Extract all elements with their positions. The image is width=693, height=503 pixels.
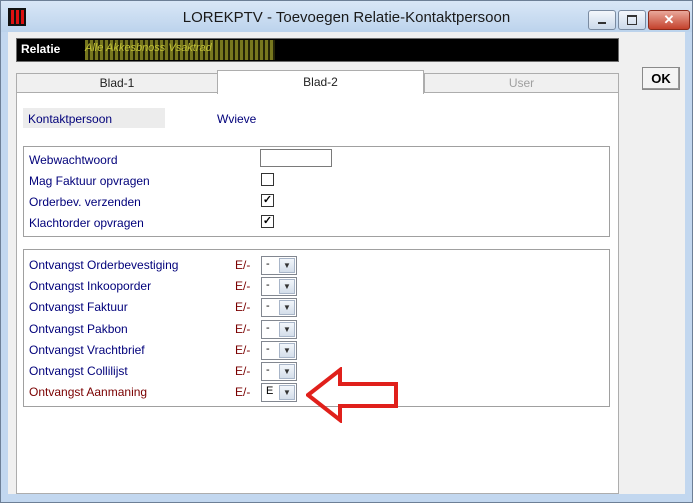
title-bar[interactable]: LOREKPTV - Toevoegen Relatie-Kontaktpers… — [1, 1, 692, 32]
ontvangst-select[interactable]: - ▼ — [261, 256, 297, 275]
tab-strip: Blad-1 Blad-2 User — [16, 70, 619, 94]
chevron-down-icon: ▼ — [279, 279, 295, 294]
mag-faktuur-checkbox[interactable] — [261, 173, 274, 186]
tab-user[interactable]: User — [424, 73, 619, 94]
minimize-button[interactable] — [588, 10, 616, 30]
chevron-down-icon: ▼ — [279, 300, 295, 315]
ontvangst-select[interactable]: - ▼ — [261, 277, 297, 296]
webwachtwoord-label: Webwachtwoord — [29, 153, 118, 167]
kontaktpersoon-label: Kontaktpersoon — [28, 112, 113, 126]
tab-blad-2[interactable]: Blad-2 — [217, 70, 424, 94]
tab-panel-blad-2: Kontaktpersoon Wvieve Webwachtwoord Mag … — [16, 92, 619, 494]
close-icon: ✕ — [663, 12, 675, 27]
ontvangst-label: Ontvangst Faktuur — [29, 300, 128, 314]
maximize-button[interactable] — [618, 10, 646, 30]
minimize-icon — [598, 22, 606, 24]
chevron-down-icon: ▼ — [279, 364, 295, 379]
ontvangst-select[interactable]: E ▼ — [261, 383, 297, 402]
kontaktpersoon-value: Wvieve — [217, 112, 257, 126]
ontvangst-select[interactable]: - ▼ — [261, 362, 297, 381]
ontvangst-select[interactable]: - ▼ — [261, 341, 297, 360]
ontvangst-key: E/- — [235, 364, 251, 378]
webwachtwoord-field[interactable] — [260, 149, 332, 167]
orderbev-label: Orderbev. verzenden — [29, 195, 141, 209]
tab-blad-1[interactable]: Blad-1 — [16, 73, 218, 94]
ontvangst-label: Ontvangst Collilijst — [29, 364, 128, 378]
chevron-down-icon: ▼ — [279, 343, 295, 358]
app-window: LOREKPTV - Toevoegen Relatie-Kontaktpers… — [0, 0, 693, 503]
arrow-annotation-icon — [306, 367, 398, 423]
mag-faktuur-label: Mag Faktuur opvragen — [29, 174, 150, 188]
ontvangst-label: Ontvangst Vrachtbrief — [29, 343, 145, 357]
relatie-value: Alle Akkesbnoss Vsaktrad — [85, 40, 275, 60]
ontvangst-key: E/- — [235, 279, 251, 293]
ontvangst-label: Ontvangst Orderbevestiging — [29, 258, 179, 272]
ontvangst-key: E/- — [235, 322, 251, 336]
relatie-label: Relatie — [21, 42, 61, 56]
klachtorder-label: Klachtorder opvragen — [29, 216, 144, 230]
klachtorder-checkbox[interactable]: ✓ — [261, 215, 274, 228]
ontvangst-key: E/- — [235, 258, 251, 272]
maximize-icon — [627, 15, 637, 25]
relatie-bar: Relatie Alle Akkesbnoss Vsaktrad — [16, 38, 619, 62]
chevron-down-icon: ▼ — [279, 385, 295, 400]
ontvangst-key: E/- — [235, 343, 251, 357]
ontvangst-key: E/- — [235, 385, 251, 399]
orderbev-checkbox[interactable]: ✓ — [261, 194, 274, 207]
client-area: Relatie Alle Akkesbnoss Vsaktrad OK Blad… — [8, 32, 685, 494]
close-button[interactable]: ✕ — [648, 10, 690, 30]
ontvangst-label: Ontvangst Pakbon — [29, 322, 128, 336]
ontvangst-select[interactable]: - ▼ — [261, 320, 297, 339]
web-settings-group: Webwachtwoord Mag Faktuur opvragen Order… — [23, 146, 610, 237]
chevron-down-icon: ▼ — [279, 322, 295, 337]
ontvangst-select[interactable]: - ▼ — [261, 298, 297, 317]
ontvangst-label: Ontvangst Aanmaning — [29, 385, 148, 399]
chevron-down-icon: ▼ — [279, 258, 295, 273]
ontvangst-key: E/- — [235, 300, 251, 314]
ontvangst-label: Ontvangst Inkooporder — [29, 279, 152, 293]
ok-button[interactable]: OK — [642, 67, 680, 90]
